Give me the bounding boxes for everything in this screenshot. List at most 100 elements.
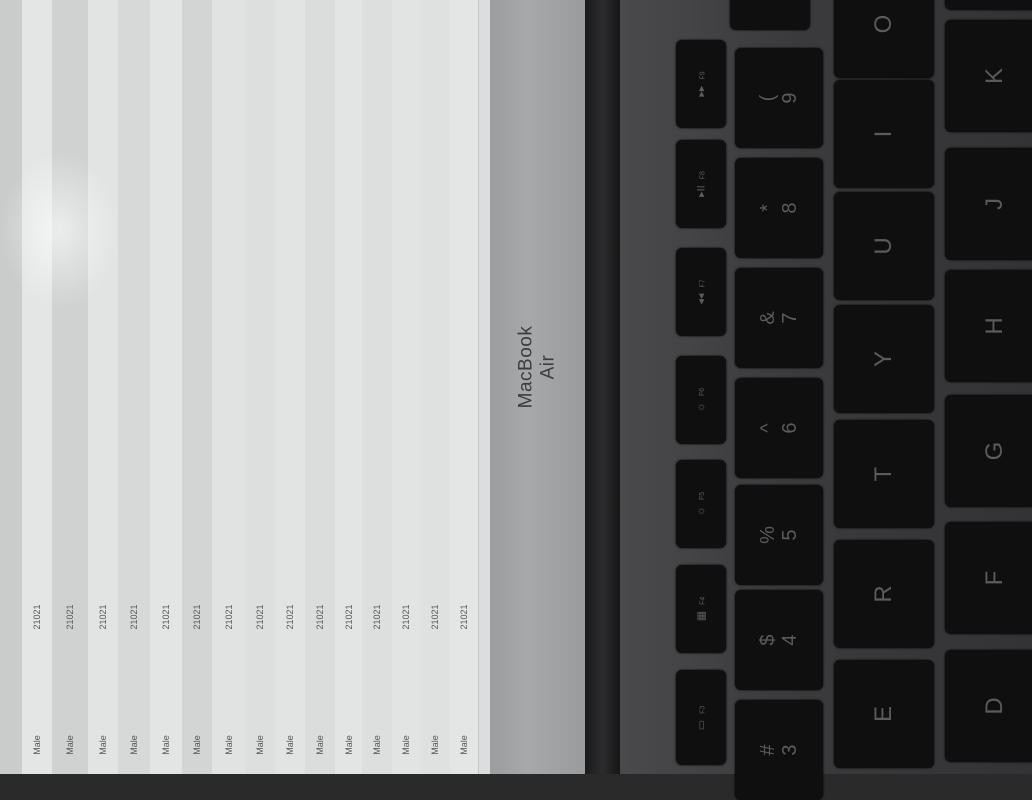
table-row[interactable]: Male 21021 [275,0,306,774]
key-label: F4 [699,596,707,605]
table-row[interactable]: Male 21021 [245,0,276,774]
code-cell: 21021 [161,604,171,630]
key-icon: ▭ [695,719,708,730]
key-j[interactable]: J [945,148,1032,260]
gender-cell: Male [32,735,42,755]
gender-cell: Male [372,735,382,755]
key-digit: 3 [779,744,801,756]
key-digit: 6 [779,422,801,434]
table-header-row [0,0,23,774]
key-label: F6 [699,387,706,397]
key-label: F5 [699,491,706,501]
key-letter: E [870,705,897,723]
key-t[interactable]: T [834,420,934,528]
key-shift-symbol: * [757,204,779,212]
key-7[interactable]: & 7 [735,268,823,368]
key-r[interactable]: R [834,540,934,648]
table-row[interactable]: Male 21021 [52,0,89,774]
gender-cell: Male [65,735,75,755]
key-digit: 5 [779,529,801,541]
code-cell: 21021 [32,604,42,630]
table-row[interactable]: Male 21021 [362,0,393,774]
key-o[interactable]: O [834,0,934,78]
table-row[interactable]: Male 21021 [392,0,421,774]
code-cell: 21021 [255,604,265,630]
key-icon: ▸II [695,185,708,197]
key-l[interactable] [945,0,1032,10]
key-label: F7 [699,279,707,288]
key-g[interactable]: G [945,395,1032,507]
table-row[interactable]: Male 21021 [305,0,336,774]
key-letter: I [870,130,897,138]
table-row[interactable]: Male 21021 [450,0,479,774]
key-shift-symbol: ^ [757,423,779,433]
key-icon: ☼ [695,506,707,517]
gender-cell: Male [161,735,171,755]
table-row[interactable]: Male 21021 [182,0,213,774]
key-8[interactable]: * 8 [735,158,823,258]
key-shift-symbol: ( [757,94,779,102]
key-6[interactable]: ^ 6 [735,378,823,478]
key-f9[interactable]: ▸▸ F9 [676,40,726,128]
key-d[interactable]: D [945,650,1032,762]
key-4[interactable]: $4 [735,590,823,690]
key-icon: ▦ [695,610,708,622]
key-digit: 9 [779,92,801,104]
gender-cell: Male [285,735,295,755]
gender-cell: Male [315,735,325,755]
key-0[interactable] [730,0,810,30]
key-9[interactable]: (9 [735,48,823,148]
gender-cell: Male [401,735,411,755]
key-f4[interactable]: ▦ F4 [676,565,726,653]
key-f7[interactable]: ◂◂ F7 [676,248,726,336]
key-label: F3 [699,705,707,714]
code-cell: 21021 [223,604,234,630]
code-cell: 21021 [98,604,108,630]
code-cell: 21021 [459,604,469,630]
gender-cell: Male [192,735,202,755]
table-row[interactable]: Male 21021 [22,0,53,774]
code-cell: 21021 [343,604,354,630]
key-y[interactable]: Y [834,305,934,413]
table-row[interactable]: Male 21021 [88,0,119,774]
table-row[interactable]: Male 21021 [335,0,363,774]
key-icon: ☼ [695,402,707,413]
key-letter: T [870,466,897,482]
key-f3[interactable]: ▭ F3 [676,670,726,765]
key-k[interactable]: K [945,20,1032,132]
screen-glare [0,150,120,310]
key-icon: ◂◂ [695,293,708,305]
code-cell: 21021 [129,604,139,630]
key-letter: G [981,441,1008,461]
key-f6[interactable]: ☼ F6 [676,356,726,444]
key-letter: U [870,237,897,255]
gender-cell: Male [129,735,139,755]
key-digit: 7 [779,312,801,324]
key-label: F9 [699,71,707,80]
code-cell: 21021 [315,604,325,630]
key-i[interactable]: I [834,80,934,188]
code-cell: 21021 [430,604,440,630]
brand-label: MacBook Air [515,325,559,409]
table-row[interactable]: Male 21021 [118,0,151,774]
key-f[interactable]: F [945,522,1032,634]
key-5[interactable]: % 5 [735,485,823,585]
key-h[interactable]: H [945,270,1032,382]
key-shift-symbol: $ [757,634,779,646]
key-shift-symbol: & [757,311,779,325]
key-e[interactable]: E [834,660,934,768]
key-letter: J [981,198,1008,210]
key-letter: K [981,67,1008,85]
table-row[interactable]: Male 21021 [420,0,451,774]
table-row[interactable]: Male 21021 [212,0,246,774]
key-f5[interactable]: ☼ F5 [676,460,726,548]
key-label: F8 [699,171,707,180]
table-row[interactable]: Male 21021 [150,0,183,774]
key-3[interactable]: #3 [735,700,823,800]
gender-cell: Male [255,735,265,755]
gender-cell: Male [98,735,108,755]
key-u[interactable]: U [834,192,934,300]
gender-cell: Male [430,735,440,755]
key-f8[interactable]: ▸II F8 [676,140,726,228]
code-cell: 21021 [285,604,295,630]
